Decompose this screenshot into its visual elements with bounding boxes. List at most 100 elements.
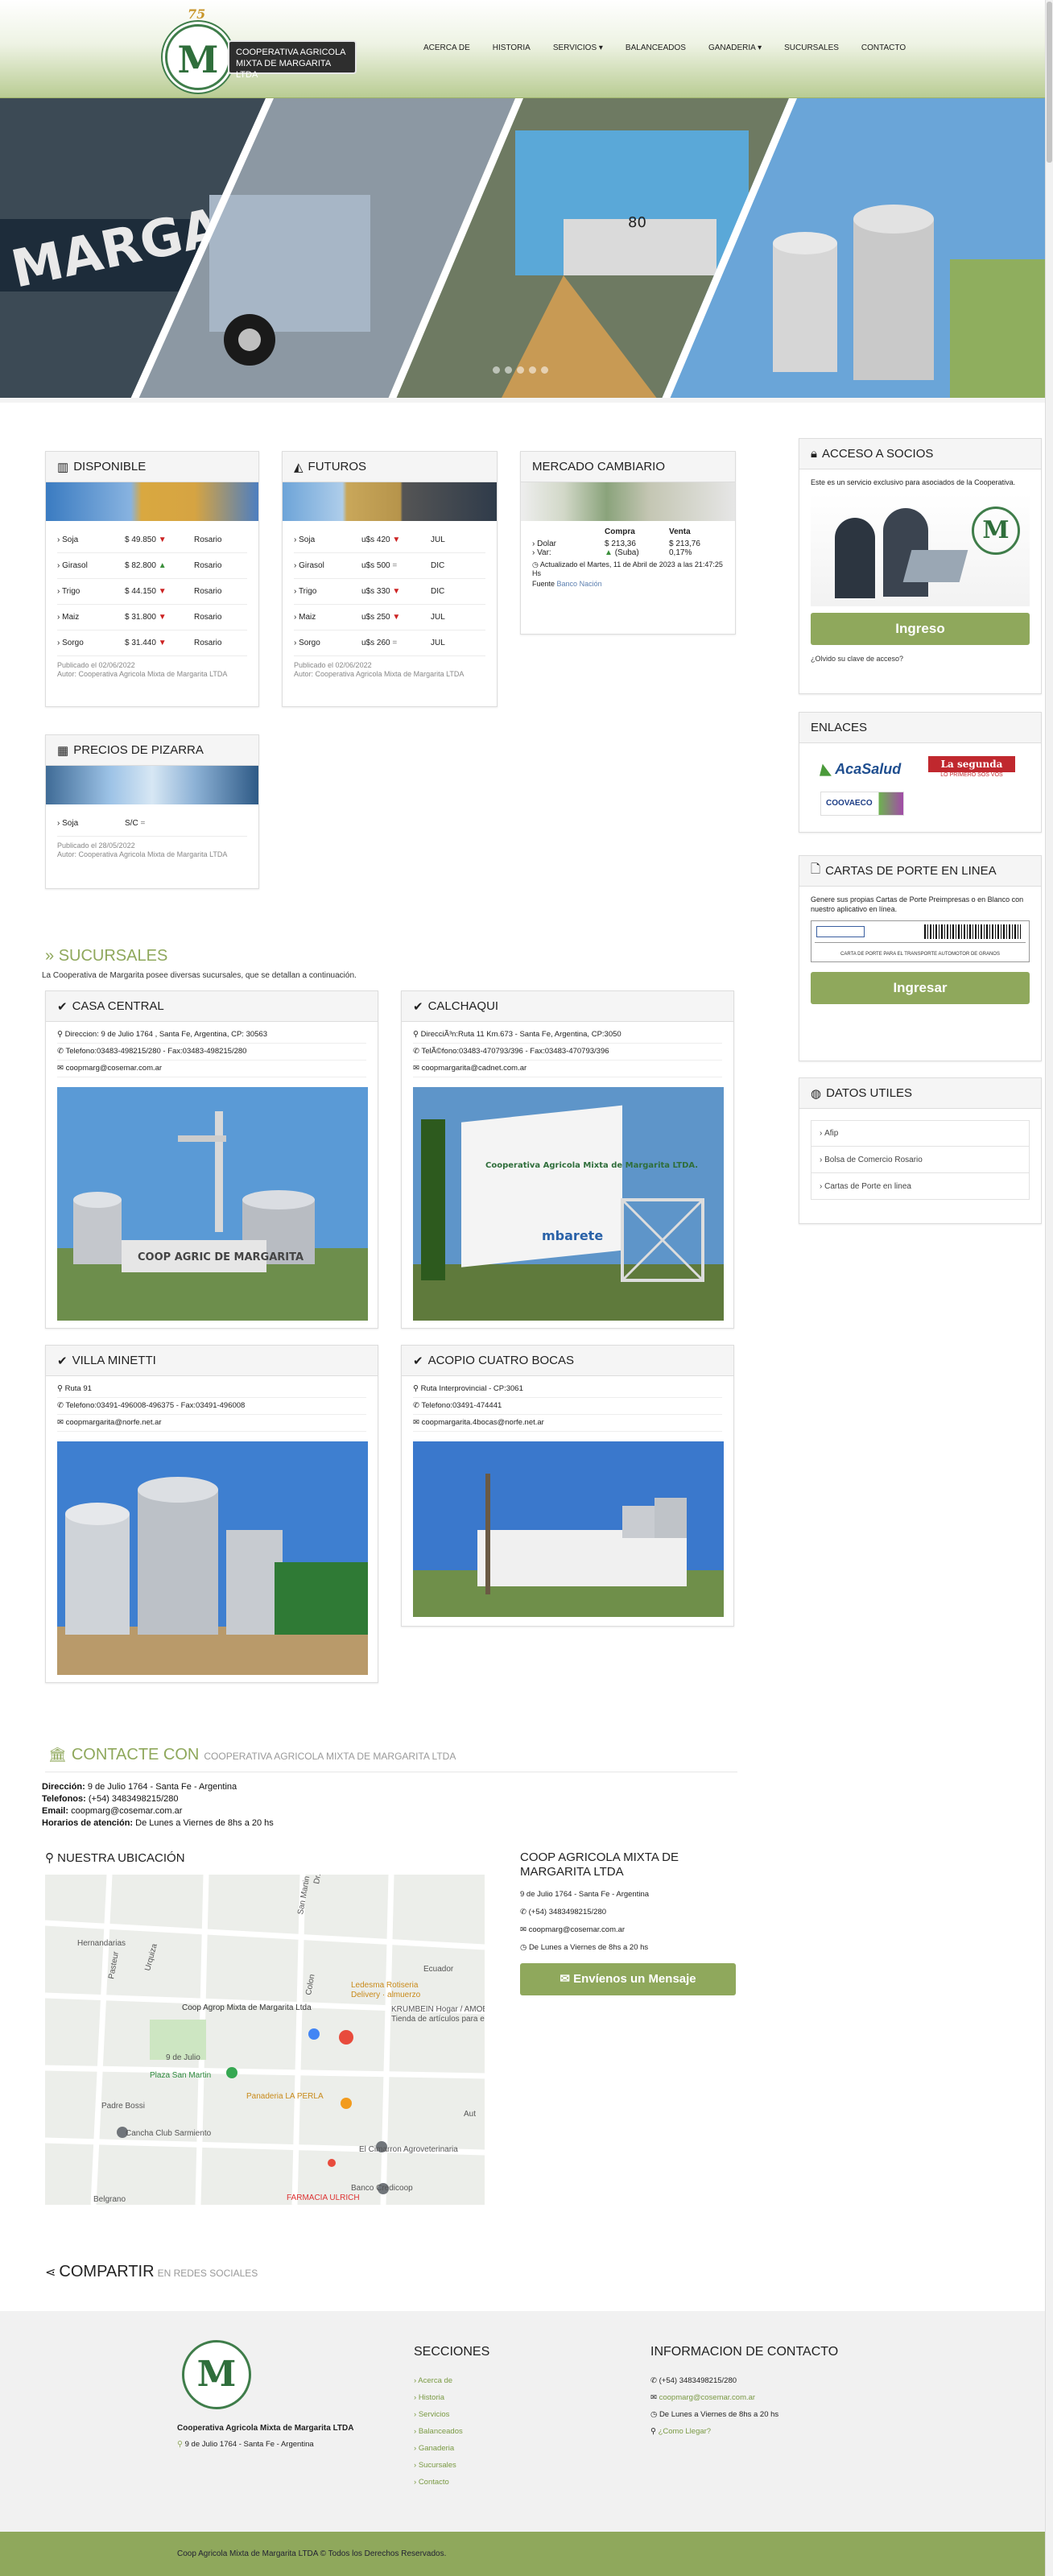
nav-balanceados[interactable]: BALANCEADOS: [626, 43, 686, 52]
email-icon: ✉: [57, 1418, 64, 1427]
trend-icon: ▼: [158, 587, 167, 596]
phone-icon: ✆: [413, 1047, 419, 1056]
clock-icon: ◷: [650, 2410, 658, 2419]
trend-icon: =: [392, 639, 398, 647]
nav-acerca[interactable]: ACERCA DE: [423, 43, 470, 52]
cuatro-bocas-photo: [413, 1441, 724, 1617]
map-label: El Cimarron Agroveterinaria: [359, 2145, 458, 2154]
slider-dot[interactable]: [493, 366, 500, 374]
trend-icon: ▼: [392, 535, 401, 544]
location-map[interactable]: Dr. Rene Favaloro Hernandarias San Martin C…: [45, 1875, 485, 2205]
footer-logo: M: [182, 2340, 251, 2409]
slider-dot[interactable]: [505, 366, 512, 374]
contact-heading: 🏛︎ CONTACTE CON COOPERATIVA AGRICOLA MIX…: [48, 1746, 456, 1764]
panel-title: ACCESO A SOCIOS: [821, 447, 934, 461]
ingreso-button[interactable]: Ingreso: [811, 613, 1030, 645]
svg-text:80: 80: [628, 214, 646, 231]
panel-title: FUTUROS: [308, 460, 367, 473]
footer-section-link[interactable]: › Ganaderia: [414, 2440, 489, 2457]
panel-title: DISPONIBLE: [73, 460, 147, 473]
price-row: › Maiz $ 31.800 ▼ Rosario: [57, 605, 247, 631]
sucursales-title: » SUCURSALES: [45, 947, 168, 965]
map-label: Padre Bossi: [101, 2102, 145, 2111]
ingresar-button[interactable]: Ingresar: [811, 972, 1030, 1004]
trend-icon: ▼: [392, 587, 401, 596]
phone-icon: ✆: [650, 2376, 657, 2385]
branch-card: ✔ CASA CENTRAL ⚲ Direccion: 9 de Julio 17…: [45, 990, 378, 1329]
slider-dot[interactable]: [529, 366, 536, 374]
villa-minetti-photo: [57, 1441, 368, 1675]
branch-card: ✔ VILLA MINETTI ⚲ Ruta 91 ✆ Telefono:0349…: [45, 1345, 378, 1683]
map-label: KRUMBEIN Hogar / AMOBLARK: [391, 2005, 485, 2014]
cambio-panel: MERCADO CAMBIARIO Compra Venta › Dolar $ 2…: [520, 451, 736, 635]
svg-text:mbarete: mbarete: [542, 1228, 603, 1243]
futuros-panel: ◭ FUTUROS › Soja u$s 420 ▼ JUL › Girasol u$s …: [282, 451, 498, 707]
site-logo[interactable]: M 75 COOPERATIVA AGRICOLA MIXTA DE MARGA…: [165, 6, 358, 92]
check-icon: ✔: [57, 1354, 68, 1368]
slider-dot[interactable]: [517, 366, 524, 374]
map-label: Plaza San Martin: [150, 2071, 211, 2080]
map-label: Cancha Club Sarmiento: [126, 2129, 212, 2138]
price-row: › Girasol u$s 500 = DIC: [294, 553, 485, 579]
footer-section-link[interactable]: › Sucursales: [414, 2457, 489, 2474]
footer-section-link[interactable]: › Balanceados: [414, 2423, 489, 2440]
phone-icon: ✆: [57, 1047, 64, 1056]
up-arrow-icon: ▲: [605, 548, 613, 557]
panel-title: ENLACES: [811, 721, 868, 734]
map-label: San Martin: [296, 1875, 312, 1916]
area-chart-icon: ◭: [294, 460, 304, 474]
footer-section-link[interactable]: › Contacto: [414, 2474, 489, 2491]
datos-link-afip[interactable]: › Afip: [811, 1120, 1030, 1147]
nav-ganaderia[interactable]: GANADERIA ▾: [708, 43, 762, 52]
send-message-button[interactable]: ✉ Envíenos un Mensaje: [520, 1963, 736, 1995]
map-marker-icon: ⚲: [413, 1384, 419, 1393]
disponible-panel: ▥ DISPONIBLE › Soja $ 49.850 ▼ Rosario › Gir…: [45, 451, 259, 707]
footer-section-link[interactable]: › Servicios: [414, 2406, 489, 2423]
datos-link-cartas[interactable]: › Cartas de Porte en linea: [811, 1173, 1030, 1200]
site-footer: M Cooperativa Agricola Mixta de Margarit…: [0, 2311, 1045, 2532]
svg-text:COOP AGRIC DE MARGARITA: COOP AGRIC DE MARGARITA: [138, 1251, 304, 1263]
nav-servicios[interactable]: SERVICIOS ▾: [553, 43, 603, 52]
carta-document-image: CARTA DE PORTE PARA EL TRANSPORTE AUTOMO…: [811, 920, 1030, 962]
map-marker-icon: ⚲: [45, 1851, 54, 1865]
trend-icon: =: [392, 561, 398, 570]
nav-sucursales[interactable]: SUCURSALES: [784, 43, 839, 52]
coop-info: COOP AGRICOLA MIXTA DE MARGARITA LTDA 9 …: [520, 1850, 736, 1995]
map-label: Tienda de artículos para el hogar: [391, 2015, 485, 2024]
map-label: Ecuador: [423, 1965, 454, 1974]
map-label: Hernandarias: [77, 1939, 126, 1948]
share-icon: ⋖: [45, 2266, 56, 2280]
nav-historia[interactable]: HISTORIA: [493, 43, 531, 52]
forgot-password-link[interactable]: ¿Olvido su clave de acceso?: [799, 645, 1041, 672]
enlaces-panel: ENLACES ◣ AcaSalud La segunda LO PRIMERO…: [799, 712, 1042, 833]
nav-contacto[interactable]: CONTACTO: [861, 43, 906, 52]
map-label: Ledesma Rotiseria: [351, 1981, 419, 1990]
email-icon: ✉: [650, 2393, 657, 2402]
logo-anniversary: 75: [188, 6, 206, 22]
footer-section-link[interactable]: › Historia: [414, 2389, 489, 2406]
money-image: [521, 482, 735, 521]
check-icon: ✔: [57, 999, 68, 1014]
datos-link-bolsa[interactable]: › Bolsa de Comercio Rosario: [811, 1147, 1030, 1173]
bar-chart-icon: ▥: [57, 460, 69, 474]
lasegunda-logo[interactable]: La segunda LO PRIMERO SOS VOS: [928, 756, 1015, 780]
slider-dot[interactable]: [541, 366, 548, 374]
cartas-panel: 🗋︎ CARTAS DE PORTE EN LINEA Genere sus pr…: [799, 855, 1042, 1061]
coovaeco-logo[interactable]: COOVAECO: [820, 792, 904, 816]
hero-slider[interactable]: MARGARITA 80: [0, 98, 1045, 403]
ubicacion-title: ⚲ NUESTRA UBICACIÓN: [45, 1851, 185, 1865]
email-icon: ✉: [413, 1418, 419, 1427]
map-marker-icon: ⚲: [650, 2427, 656, 2436]
slider-dots: [493, 366, 548, 374]
panel-title: PRECIOS DE PIZARRA: [73, 743, 204, 757]
hero-collage: MARGARITA 80: [0, 98, 1045, 403]
main-nav: ACERCA DE HISTORIA SERVICIOS ▾ BALANCEAD…: [423, 43, 906, 52]
globe-icon: ◍: [811, 1086, 822, 1101]
wheat-image: [46, 482, 258, 521]
price-row: › Trigo $ 44.150 ▼ Rosario: [57, 579, 247, 605]
source-link[interactable]: Banco Nación: [557, 580, 602, 588]
acasalud-logo[interactable]: ◣ AcaSalud: [820, 761, 901, 778]
page-scrollbar[interactable]: [1045, 0, 1053, 2576]
footer-section-link[interactable]: › Acerca de: [414, 2372, 489, 2389]
envelope-icon: ✉: [560, 1972, 570, 1986]
